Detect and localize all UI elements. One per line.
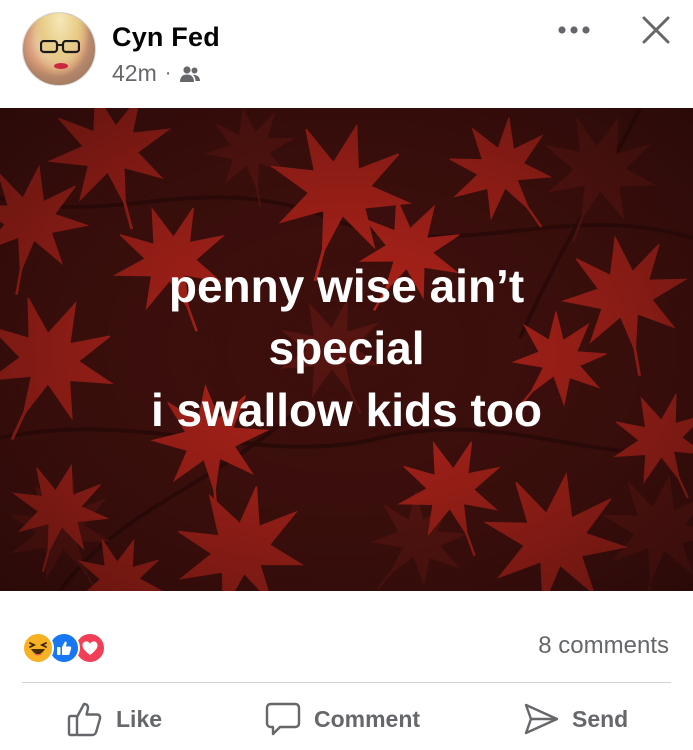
avatar-lips [54, 63, 68, 69]
author-name[interactable]: Cyn Fed [112, 22, 220, 53]
send-label: Send [572, 705, 629, 732]
close-icon [642, 16, 670, 44]
haha-icon [22, 632, 54, 664]
like-label: Like [116, 705, 163, 732]
meta-separator: · [164, 62, 172, 84]
friends-icon[interactable] [179, 65, 201, 83]
post-text-line-3: i swallow kids too [150, 384, 543, 436]
avatar[interactable] [22, 12, 96, 86]
post-time[interactable]: 42m [112, 60, 157, 87]
close-button[interactable] [638, 12, 674, 48]
action-bar: Like Comment Send [0, 696, 693, 742]
thumbs-up-icon [67, 702, 102, 737]
divider [22, 682, 671, 683]
comments-count[interactable]: 8 comments [538, 632, 669, 660]
post-meta: 42m · [112, 60, 201, 87]
post-header: Cyn Fed 42m · [0, 0, 693, 108]
like-button[interactable]: Like [66, 696, 162, 742]
more-options-button[interactable] [556, 16, 592, 44]
send-button[interactable]: Send [522, 696, 628, 742]
comment-bubble-icon [265, 702, 301, 736]
more-dots-icon [558, 26, 590, 34]
post-image[interactable]: penny wise ain’t special i swallow kids … [0, 108, 693, 591]
send-icon [524, 703, 559, 735]
comment-label: Comment [314, 705, 421, 732]
reactions-summary[interactable] [22, 631, 106, 665]
avatar-glasses [40, 40, 80, 54]
comment-button[interactable]: Comment [264, 696, 420, 742]
post-image-text: penny wise ain’t special i swallow kids … [0, 255, 693, 441]
post-text-line-1: penny wise ain’t [168, 260, 525, 312]
post-text-line-2: special [268, 322, 425, 374]
